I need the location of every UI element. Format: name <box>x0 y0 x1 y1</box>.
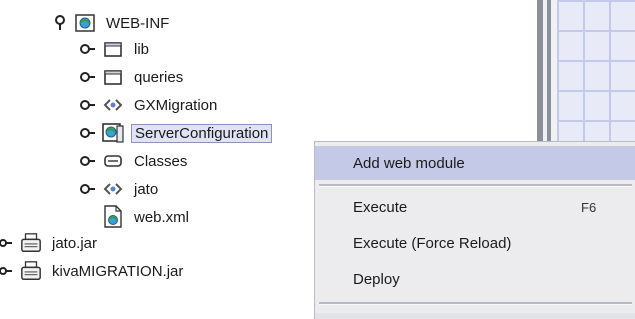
folder-icon <box>102 66 124 88</box>
tree-node-kivamigration-jar[interactable]: kivaMIGRATION.jar <box>0 257 183 285</box>
menu-separator <box>319 302 632 305</box>
tree-node-label: GXMigration <box>134 96 218 114</box>
menu-item-shortcut: F6 <box>581 199 597 215</box>
xml-file-icon <box>102 205 124 228</box>
menu-item-partial[interactable] <box>315 313 635 319</box>
tree-node-label: ServerConfiguration <box>131 123 273 143</box>
web-module-icon <box>102 122 124 144</box>
tree-node-label: jato <box>134 180 159 198</box>
jar-icon <box>20 260 42 282</box>
tree-node-web-xml[interactable]: web.xml <box>96 203 189 231</box>
tree-node-web-inf[interactable]: WEB-INF <box>52 9 169 37</box>
menu-item-label: Add web module <box>353 154 465 172</box>
tree-node-jato[interactable]: jato <box>80 175 158 203</box>
package-icon <box>102 94 124 116</box>
filesystem-icon <box>102 150 124 172</box>
package-icon <box>102 178 124 200</box>
menu-item-execute[interactable]: Execute F6 <box>315 190 635 224</box>
expand-handle-icon[interactable] <box>52 15 68 31</box>
menu-item-execute-force-reload[interactable]: Execute (Force Reload) <box>315 226 635 260</box>
collapse-handle-icon[interactable] <box>80 41 96 57</box>
collapse-handle-icon[interactable] <box>0 263 12 279</box>
collapse-handle-icon[interactable] <box>80 125 96 141</box>
jar-icon <box>20 232 42 254</box>
tree-node-label: kivaMIGRATION.jar <box>52 262 184 280</box>
collapse-handle-icon[interactable] <box>80 97 96 113</box>
tree-node-classes[interactable]: Classes <box>80 147 187 175</box>
context-menu: Add web module Execute F6 Execute (Force… <box>314 141 635 319</box>
tree-node-serverconfiguration[interactable]: ServerConfiguration <box>80 119 273 147</box>
menu-item-add-web-module[interactable]: Add web module <box>315 146 635 180</box>
tree-node-label: lib <box>134 40 150 58</box>
tree-node-jato-jar[interactable]: jato.jar <box>0 229 97 257</box>
menu-item-label: Deploy <box>353 270 400 288</box>
tree-node-lib[interactable]: lib <box>80 35 149 63</box>
collapse-handle-icon[interactable] <box>80 153 96 169</box>
tree-node-label: Classes <box>134 152 188 170</box>
menu-separator <box>319 184 632 187</box>
collapse-handle-icon[interactable] <box>80 69 96 85</box>
tree-node-queries[interactable]: queries <box>80 63 183 91</box>
menu-item-label: Execute <box>353 198 408 216</box>
menu-item-deploy[interactable]: Deploy <box>315 262 635 296</box>
web-folder-icon <box>74 12 96 34</box>
collapse-handle-icon[interactable] <box>80 181 96 197</box>
tree-node-gxmigration[interactable]: GXMigration <box>80 91 217 119</box>
tree-node-label: queries <box>134 68 184 86</box>
tree-node-label: jato.jar <box>52 234 98 252</box>
collapse-handle-icon[interactable] <box>0 235 12 251</box>
menu-item-label: Execute (Force Reload) <box>353 234 512 252</box>
tree-node-label: WEB-INF <box>106 14 170 32</box>
folder-icon <box>102 38 124 60</box>
tree-node-label: web.xml <box>134 208 190 226</box>
